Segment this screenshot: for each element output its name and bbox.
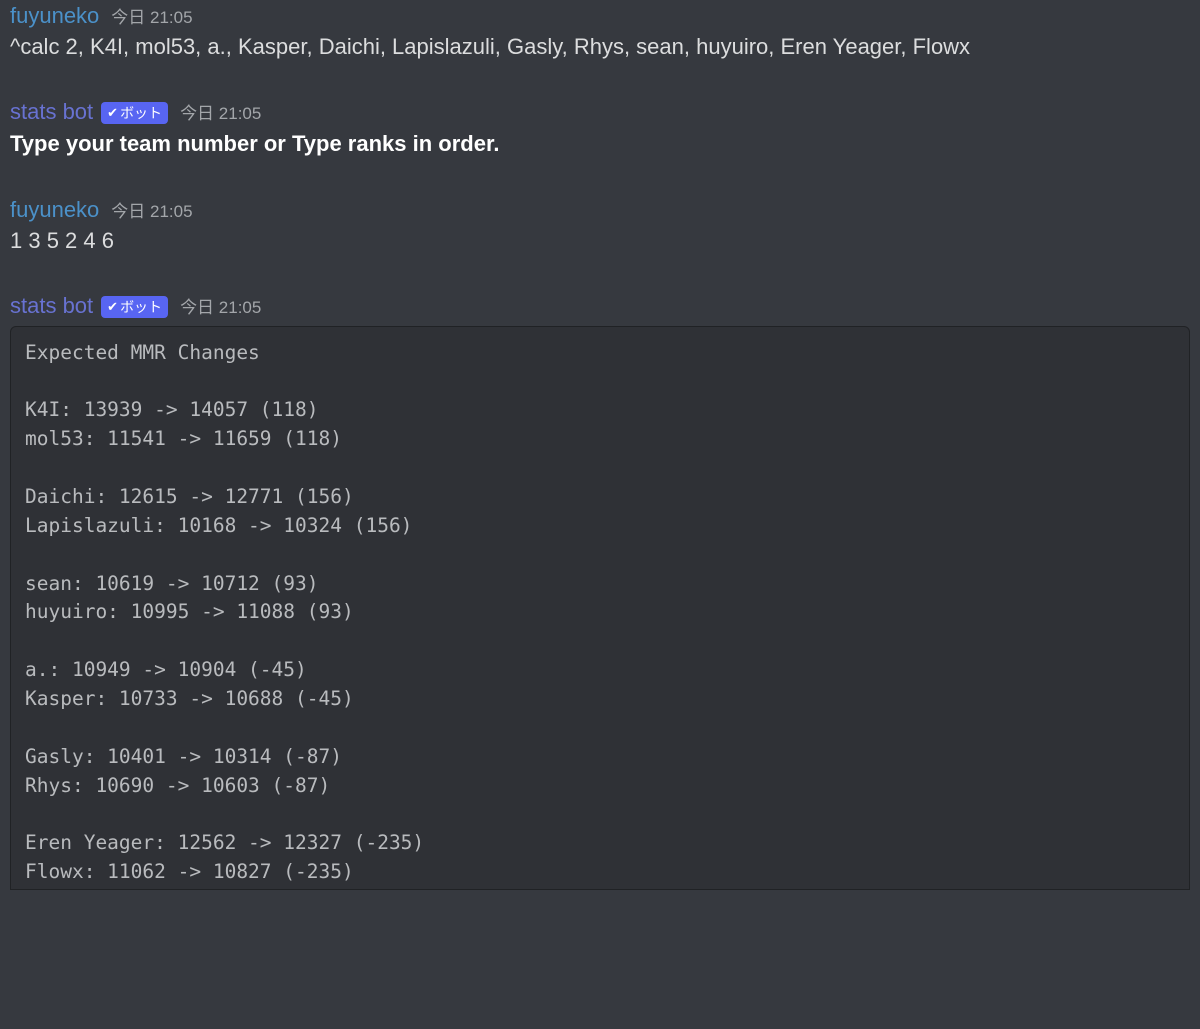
message-header: stats bot ✔ ボット 今日 21:05 [10, 99, 1190, 126]
author-username[interactable]: fuyuneko [10, 3, 99, 29]
bot-badge-text: ボット [120, 103, 162, 123]
message-header: fuyuneko 今日 21:05 [10, 197, 1190, 223]
chat-messages: fuyuneko 今日 21:05 ^calc 2, K4I, mol53, a… [0, 0, 1200, 890]
message-timestamp: 今日 21:05 [180, 99, 261, 124]
message-text[interactable]: Type your team number or Type ranks in o… [10, 129, 1190, 159]
message-timestamp: 今日 21:05 [180, 293, 261, 318]
author-username[interactable]: fuyuneko [10, 197, 99, 223]
message-header: fuyuneko 今日 21:05 [10, 3, 1190, 29]
bot-badge-text: ボット [120, 297, 162, 317]
message-text[interactable]: ^calc 2, K4I, mol53, a., Kasper, Daichi,… [10, 32, 1190, 62]
code-block[interactable]: Expected MMR Changes K4I: 13939 -> 14057… [10, 326, 1190, 890]
author-username[interactable]: stats bot [10, 293, 93, 319]
verified-check-icon: ✔ [107, 299, 118, 315]
author-username[interactable]: stats bot [10, 99, 93, 125]
bot-badge: ✔ ボット [101, 296, 168, 318]
chat-message: stats bot ✔ ボット 今日 21:05 Type your team … [0, 97, 1200, 177]
message-text[interactable]: 1 3 5 2 4 6 [10, 226, 1190, 256]
bot-badge: ✔ ボット [101, 102, 168, 124]
message-header: stats bot ✔ ボット 今日 21:05 [10, 293, 1190, 320]
chat-message: fuyuneko 今日 21:05 ^calc 2, K4I, mol53, a… [0, 0, 1200, 80]
verified-check-icon: ✔ [107, 105, 118, 121]
chat-message: fuyuneko 今日 21:05 1 3 5 2 4 6 [0, 195, 1200, 274]
chat-message: stats bot ✔ ボット 今日 21:05 Expected MMR Ch… [0, 291, 1200, 890]
message-timestamp: 今日 21:05 [111, 197, 192, 222]
message-timestamp: 今日 21:05 [111, 3, 192, 28]
